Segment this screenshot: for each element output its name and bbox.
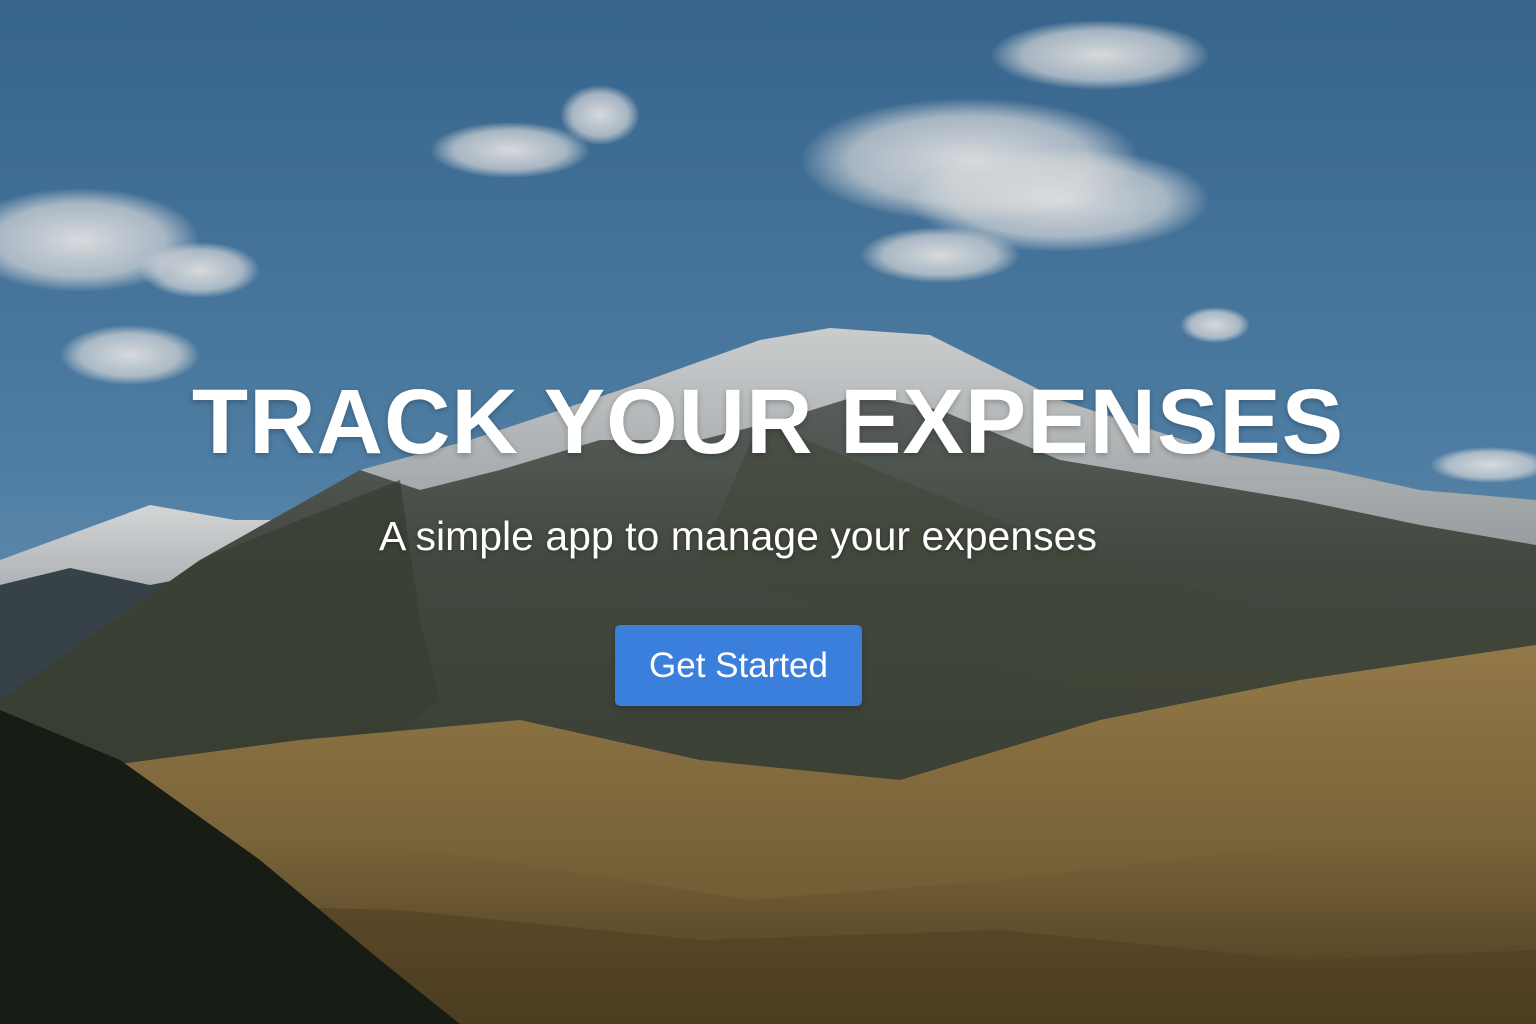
get-started-button[interactable]: Get Started [615,625,862,706]
hero-title: TRACK YOUR EXPENSES [191,371,1345,473]
hero-subtitle: A simple app to manage your expenses [379,513,1097,559]
hero-section: TRACK YOUR EXPENSES A simple app to mana… [0,0,1536,1024]
